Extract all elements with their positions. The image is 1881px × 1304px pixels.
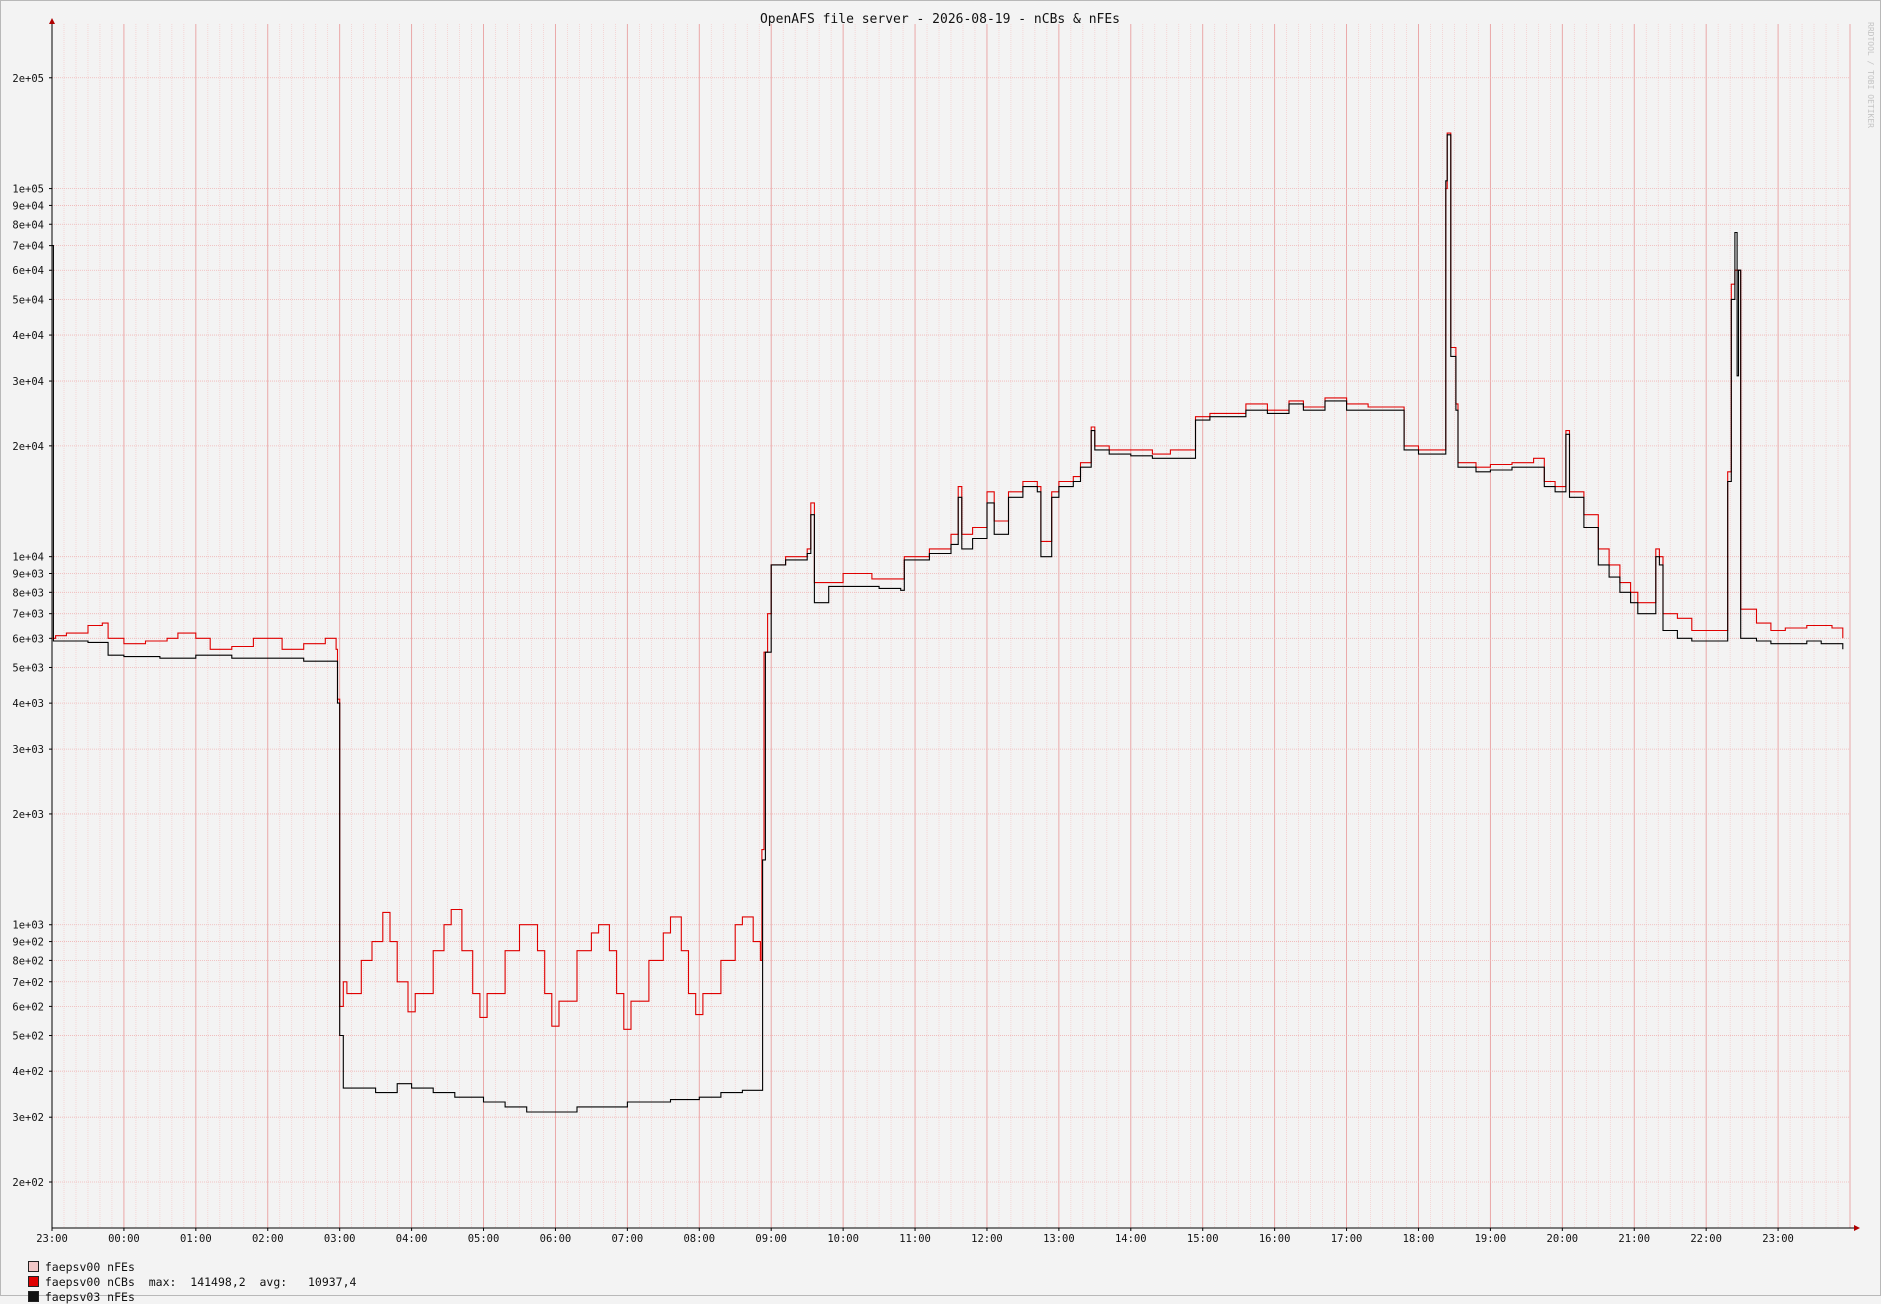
x-tick-label: 05:00	[468, 1233, 500, 1245]
x-tick-label: 23:00	[1762, 1233, 1794, 1245]
chart: OpenAFS file server - 2026-08-19 - nCBs …	[12, 12, 1875, 1245]
x-tick-label: 12:00	[971, 1233, 1003, 1245]
y-tick-label: 7e+02	[12, 977, 44, 989]
y-tick-label: 5e+03	[12, 662, 44, 674]
y-tick-label: 1e+04	[12, 552, 44, 564]
x-tick-label: 14:00	[1115, 1233, 1147, 1245]
x-tick-label: 13:00	[1043, 1233, 1075, 1245]
x-tick-label: 21:00	[1618, 1233, 1650, 1245]
y-tick-label: 1e+03	[12, 920, 44, 932]
legend-swatch-2	[27, 1291, 39, 1302]
x-tick-label: 22:00	[1690, 1233, 1722, 1245]
y-tick-label: 3e+02	[12, 1112, 44, 1124]
y-tick-label: 9e+04	[12, 200, 44, 212]
x-tick-label: 23:00	[36, 1233, 68, 1245]
y-tick-label: 6e+02	[12, 1001, 44, 1013]
legend-stats-1: max: 141498,2 avg: 10937,4	[148, 1275, 357, 1289]
y-tick-label: 2e+03	[12, 809, 44, 821]
y-tick-label: 8e+04	[12, 219, 44, 231]
x-tick-label: 02:00	[252, 1233, 284, 1245]
y-tick-label: 6e+04	[12, 265, 44, 277]
y-tick-label: 7e+04	[12, 241, 44, 253]
y-tick-label: 1e+05	[12, 184, 44, 196]
x-tick-label: 15:00	[1187, 1233, 1219, 1245]
y-tick-label: 3e+03	[12, 744, 44, 756]
chart-title: OpenAFS file server - 2026-08-19 - nCBs …	[760, 12, 1120, 27]
axes	[49, 18, 1860, 1231]
x-tick-label: 08:00	[683, 1233, 715, 1245]
legend-label-2: faepsv03 nFEs	[44, 1290, 135, 1304]
y-tick-label: 7e+03	[12, 609, 44, 621]
y-tick-label: 5e+04	[12, 294, 44, 306]
y-tick-label: 6e+03	[12, 633, 44, 645]
x-tick-label: 03:00	[324, 1233, 356, 1245]
series-line-2	[52, 134, 1844, 1113]
x-tick-label: 01:00	[180, 1233, 212, 1245]
x-axis-arrow	[1854, 1225, 1860, 1231]
x-tick-label: 19:00	[1475, 1233, 1507, 1245]
grid	[51, 24, 1851, 1228]
x-tick-label: 09:00	[755, 1233, 787, 1245]
x-tick-label: 06:00	[540, 1233, 572, 1245]
x-tick-label: 10:00	[827, 1233, 859, 1245]
y-tick-label: 2e+05	[12, 73, 44, 85]
legend-item-1: faepsv00 nCBs max: 141498,2 avg: 10937,4	[14, 1261, 356, 1289]
x-axis-ticks: 23:00 00:00 01:00 02:00 03:00 04:00 05:00 06:00…	[36, 1228, 1794, 1245]
y-tick-label: 3e+04	[12, 376, 44, 388]
y-tick-label: 9e+03	[12, 569, 44, 581]
y-tick-label: 2e+04	[12, 441, 44, 453]
y-tick-label: 8e+02	[12, 955, 44, 967]
y-tick-label: 8e+03	[12, 587, 44, 599]
watermark: RRDTOOL / TOBI OETIKER	[1866, 22, 1875, 128]
x-tick-label: 00:00	[108, 1233, 140, 1245]
y-tick-label: 4e+02	[12, 1066, 44, 1078]
y-tick-label: 4e+04	[12, 330, 44, 342]
x-tick-label: 16:00	[1259, 1233, 1291, 1245]
x-tick-label: 04:00	[396, 1233, 428, 1245]
y-axis-arrow	[49, 18, 55, 24]
x-tick-label: 07:00	[612, 1233, 644, 1245]
y-tick-label: 9e+02	[12, 937, 44, 949]
y-tick-label: 2e+02	[12, 1177, 44, 1189]
y-tick-label: 5e+02	[12, 1031, 44, 1043]
y-tick-label: 4e+03	[12, 698, 44, 710]
x-tick-label: 17:00	[1331, 1233, 1363, 1245]
y-axis-ticks: 2e+02 3e+02 4e+02 5e+02 6e+02 7e+02 8e+02 9e+02…	[12, 73, 52, 1189]
legend-item-0: faepsv00 nFEs	[14, 1246, 135, 1274]
x-tick-label: 20:00	[1547, 1233, 1579, 1245]
x-tick-label: 18:00	[1403, 1233, 1435, 1245]
x-tick-label: 11:00	[899, 1233, 931, 1245]
legend-item-2: faepsv03 nFEs	[14, 1276, 135, 1304]
